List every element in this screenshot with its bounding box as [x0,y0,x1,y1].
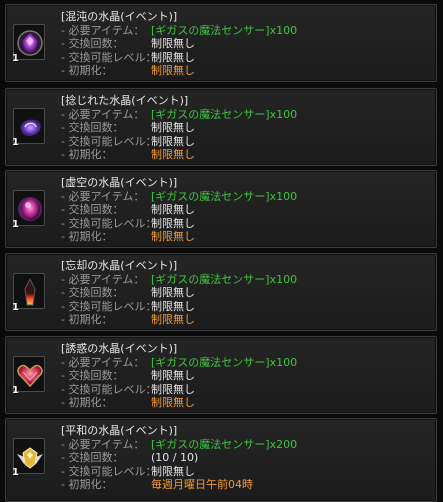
item-name: [忘却の水晶(イベント)] [61,259,178,272]
exchange-count-label: - 交換回数： [61,203,124,216]
exchange-level-label: - 交換可能レベル： [61,299,157,313]
required-item-label: - 必要アイテム： [61,107,145,121]
required-item-link[interactable]: [ギガスの魔法センサー] [151,438,270,451]
exchange-count-value: (10 / 10) [151,451,199,464]
item-quantity: 1 [12,53,19,64]
exchange-item-card[interactable]: 1 [平和の水晶(イベント)] - 必要アイテム： [ギガスの魔法センサー]x20… [5,418,437,502]
exchange-count-value: 制限無し [151,286,195,299]
item-info: [捻じれた水晶(イベント)] - 必要アイテム： [ギガスの魔法センサー]x100… [61,94,297,162]
required-item-count: x100 [269,272,298,286]
exchange-count-value: 制限無し [151,121,195,134]
item-info: [誘惑の水晶(イベント)] - 必要アイテム： [ギガスの魔法センサー]x100 … [61,342,297,410]
item-name: [虚空の水晶(イベント)] [61,176,178,189]
exchange-level-value: 制限無し [151,216,195,230]
exchange-count-value: 制限無し [151,203,195,216]
reset-value: 制限無し [151,64,195,77]
required-item-count: x100 [269,107,298,121]
exchange-level-value: 制限無し [151,134,195,148]
exchange-item-card[interactable]: 1 [虚空の水晶(イベント)] - 必要アイテム： [ギガスの魔法センサー]x10… [5,170,437,248]
exchange-item-card[interactable]: 1 [誘惑の水晶(イベント)] - 必要アイテム： [ギガスの魔法センサー]x10… [5,336,437,414]
required-item-link[interactable]: [ギガスの魔法センサー] [151,24,270,37]
exchange-count-label: - 交換回数： [61,286,124,299]
required-item-label: - 必要アイテム： [61,437,145,451]
exchange-level-label: - 交換可能レベル： [61,50,157,64]
required-item-label: - 必要アイテム： [61,355,145,369]
required-item-label: - 必要アイテム： [61,272,145,286]
exchange-count-value: 制限無し [151,37,195,50]
item-quantity: 1 [12,467,19,478]
exchange-count-label: - 交換回数： [61,369,124,382]
reset-label: - 初期化： [61,230,113,243]
reset-label: - 初期化： [61,478,113,491]
exchange-count-label: - 交換回数： [61,451,124,464]
reset-label: - 初期化： [61,313,113,326]
required-item-link[interactable]: [ギガスの魔法センサー] [151,356,270,369]
item-info: [虚空の水晶(イベント)] - 必要アイテム： [ギガスの魔法センサー]x100 … [61,176,297,244]
required-item-link[interactable]: [ギガスの魔法センサー] [151,273,270,286]
exchange-level-value: 制限無し [151,299,195,313]
item-info: [混沌の水晶(イベント)] - 必要アイテム： [ギガスの魔法センサー]x100 … [61,10,297,78]
item-name: [混沌の水晶(イベント)] [61,10,178,23]
required-item-link[interactable]: [ギガスの魔法センサー] [151,108,270,121]
exchange-level-value: 制限無し [151,382,195,396]
reset-value: 制限無し [151,313,195,326]
reset-value: 制限無し [151,148,195,161]
reset-label: - 初期化： [61,148,113,161]
reset-label: - 初期化： [61,396,113,409]
item-info: [忘却の水晶(イベント)] - 必要アイテム： [ギガスの魔法センサー]x100 … [61,259,297,327]
item-quantity: 1 [12,219,19,230]
reset-value: 制限無し [151,396,195,409]
exchange-level-value: 制限無し [151,464,195,478]
item-quantity: 1 [12,302,19,313]
required-item-count: x100 [269,355,298,369]
exchange-level-label: - 交換可能レベル： [61,134,157,148]
required-item-label: - 必要アイテム： [61,189,145,203]
required-item-count: x100 [269,189,298,203]
required-item-label: - 必要アイテム： [61,23,145,37]
item-name: [誘惑の水晶(イベント)] [61,342,178,355]
exchange-item-card[interactable]: 1 [混沌の水晶(イベント)] - 必要アイテム： [ギガスの魔法センサー]x10… [5,4,437,82]
required-item-count: x200 [269,437,298,451]
exchange-level-label: - 交換可能レベル： [61,464,157,478]
exchange-level-label: - 交換可能レベル： [61,216,157,230]
item-info: [平和の水晶(イベント)] - 必要アイテム： [ギガスの魔法センサー]x200 … [61,424,297,492]
required-item-link[interactable]: [ギガスの魔法センサー] [151,190,270,203]
exchange-count-label: - 交換回数： [61,37,124,50]
item-name: [平和の水晶(イベント)] [61,424,178,437]
item-name: [捻じれた水晶(イベント)] [61,94,189,107]
item-quantity: 1 [12,385,19,396]
reset-label: - 初期化： [61,64,113,77]
exchange-item-card[interactable]: 1 [忘却の水晶(イベント)] - 必要アイテム： [ギガスの魔法センサー]x10… [5,253,437,331]
exchange-level-label: - 交換可能レベル： [61,382,157,396]
required-item-count: x100 [269,23,298,37]
item-quantity: 1 [12,137,19,148]
reset-value: 制限無し [151,230,195,243]
exchange-item-list: 1 [混沌の水晶(イベント)] - 必要アイテム： [ギガスの魔法センサー]x10… [0,0,443,502]
reset-value: 毎週月曜日午前04時 [151,478,253,491]
exchange-item-card[interactable]: 1 [捻じれた水晶(イベント)] - 必要アイテム： [ギガスの魔法センサー]x1… [5,88,437,166]
exchange-count-value: 制限無し [151,369,195,382]
exchange-count-label: - 交換回数： [61,121,124,134]
exchange-level-value: 制限無し [151,50,195,64]
